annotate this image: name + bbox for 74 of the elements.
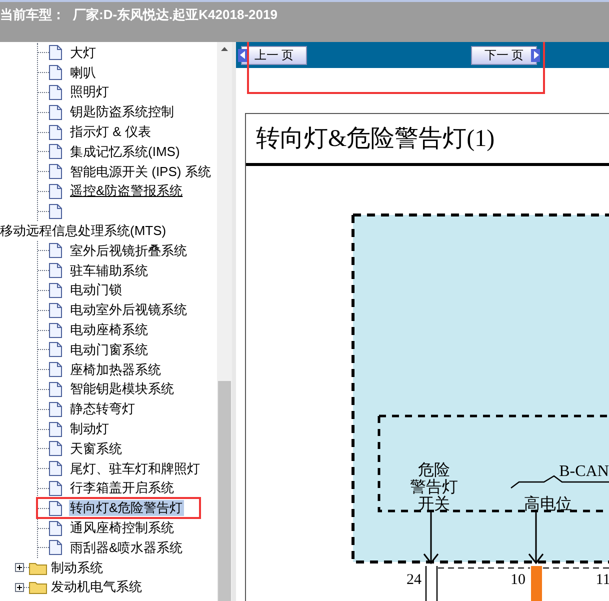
scroll-thumb[interactable]: [218, 381, 231, 601]
tree-item[interactable]: 电动座椅系统: [69, 322, 149, 338]
tree-item[interactable]: 制动灯: [69, 421, 110, 438]
document-icon: [49, 124, 62, 140]
previous-page-button[interactable]: 上一 页: [241, 46, 307, 64]
tree-item[interactable]: 座椅加热器系统: [69, 362, 162, 378]
tree-item[interactable]: 遥控&防盗警报系统: [69, 183, 184, 200]
tree-item[interactable]: 发动机电气系统: [51, 579, 142, 596]
scrollbar[interactable]: [217, 42, 232, 601]
document-icon: [49, 84, 62, 100]
document-icon: [49, 302, 62, 318]
next-page-button[interactable]: 下一 页: [471, 46, 537, 64]
document-icon: [49, 500, 62, 516]
tree-item[interactable]: 指示灯 & 仪表: [69, 124, 152, 140]
right-arrow-icon: [532, 51, 538, 59]
document-title: 转向灯&危险警告灯(1): [256, 124, 495, 154]
document-icon: [49, 184, 62, 199]
wire: [531, 566, 542, 601]
document-icon: [49, 520, 62, 536]
document-icon: [49, 282, 62, 298]
folder-icon: [29, 560, 47, 575]
tree-item[interactable]: 电动门锁: [69, 282, 123, 298]
document-icon: [49, 342, 62, 358]
document-icon: [49, 322, 62, 338]
document-icon: [49, 540, 62, 556]
document-icon: [49, 362, 62, 378]
signal-label: 高电位: [524, 496, 572, 513]
document-icon: [49, 382, 62, 397]
tree-item[interactable]: 驻车辅助系统: [69, 262, 149, 279]
pin-number: 11: [596, 572, 609, 588]
document-icon: [49, 144, 62, 160]
expand-icon[interactable]: [15, 563, 24, 572]
document-icon: [49, 263, 62, 278]
document-icon: [49, 104, 62, 120]
document-icon: [49, 65, 62, 80]
document-icon: [49, 402, 62, 417]
document-icon: [49, 204, 62, 219]
document-icon: [49, 480, 62, 496]
tree-item[interactable]: 大灯: [69, 44, 97, 61]
document-icon: [49, 461, 62, 476]
tree-item[interactable]: 制动系统: [51, 560, 103, 576]
switch-label: 开关: [418, 496, 450, 513]
tree-item[interactable]: 集成记忆系统(IMS): [69, 144, 181, 160]
document-icon: [49, 243, 62, 258]
tree-item[interactable]: 智能电源开关 (IPS) 系统: [69, 164, 212, 180]
document-icon: [49, 441, 62, 456]
document-icon: [49, 164, 62, 180]
switch-label: 危险: [418, 462, 450, 479]
pin-number: 10: [510, 572, 526, 588]
tree-item[interactable]: 钥匙防盗系统控制: [69, 104, 175, 120]
tree-item[interactable]: 静态转弯灯: [69, 401, 136, 418]
tree-item[interactable]: 转向灯&危险警告灯: [69, 500, 184, 516]
tree-item[interactable]: 移动远程信息处理系统(MTS): [0, 223, 166, 240]
tree-item[interactable]: 喇叭: [69, 64, 97, 81]
tree-item[interactable]: 尾灯、驻车灯和牌照灯: [69, 460, 201, 477]
tree-item[interactable]: 雨刮器&喷水器系统: [69, 540, 184, 556]
expand-icon[interactable]: [15, 582, 24, 592]
tree-item[interactable]: 室外后视镜折叠系统: [69, 242, 188, 259]
tree-item[interactable]: 天窗系统: [69, 440, 123, 457]
vehicle-name: 厂家:D-东风悦达.起亚K42018-2019: [73, 6, 278, 24]
bus-label: B-CAN: [559, 463, 609, 480]
tree-item[interactable]: 照明灯: [69, 84, 110, 100]
tree-item[interactable]: 电动室外后视镜系统: [69, 302, 188, 318]
document-icon: [49, 422, 62, 437]
vehicle-label: 当前车型：: [0, 6, 65, 24]
tree-item[interactable]: 行李箱盖开启系统: [69, 480, 175, 496]
tree-item[interactable]: 智能钥匙模块系统: [69, 381, 175, 398]
pin-number: 24: [406, 572, 422, 588]
switch-label: 警告灯: [410, 479, 458, 496]
tree-item[interactable]: 通风座椅控制系统: [69, 520, 175, 536]
folder-icon: [29, 580, 47, 594]
document-icon: [49, 45, 62, 60]
tree-item[interactable]: 电动门窗系统: [69, 342, 149, 358]
left-arrow-icon: [240, 51, 246, 59]
